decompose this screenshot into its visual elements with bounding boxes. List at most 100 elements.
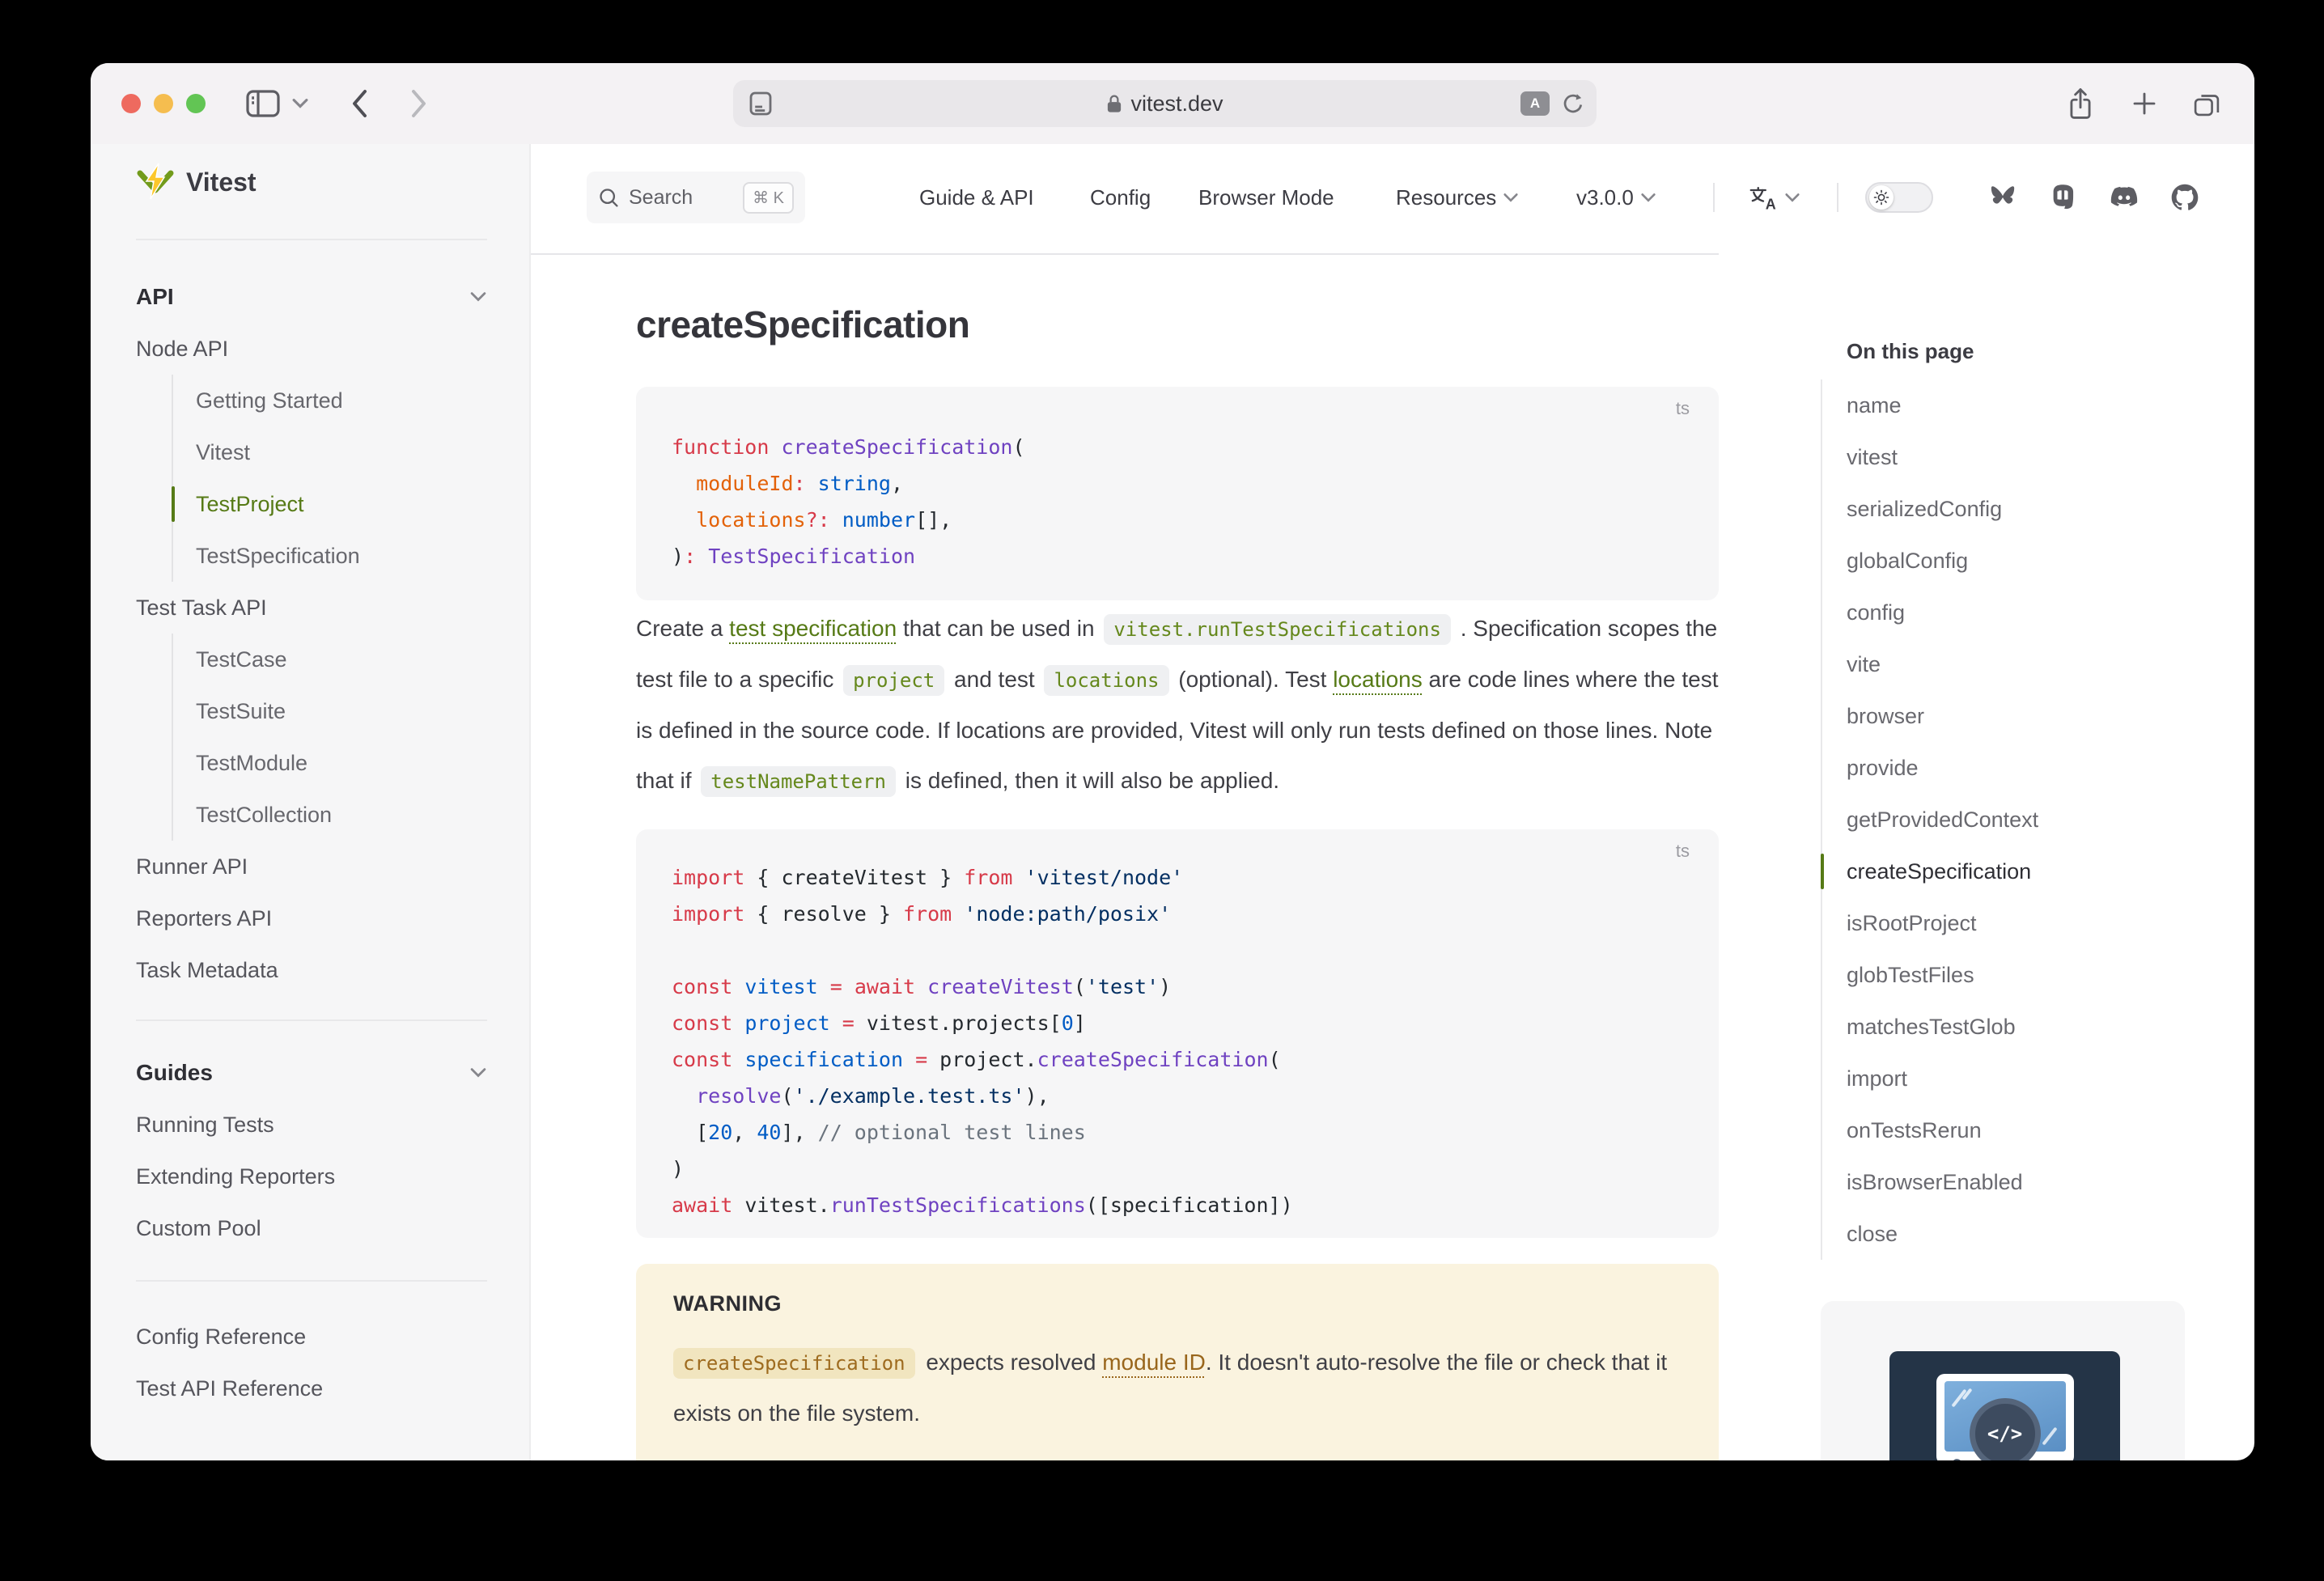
outline-item-matchestestglob[interactable]: matchesTestGlob bbox=[1847, 1001, 2186, 1053]
sidebar-item-running-tests[interactable]: Running Tests bbox=[136, 1099, 487, 1151]
code-line: await vitest.runTestSpecifications([spec… bbox=[672, 1187, 1683, 1223]
share-icon[interactable] bbox=[2065, 63, 2096, 144]
text-run: ] bbox=[1074, 1011, 1086, 1035]
description-paragraph: Create a test specification that can be … bbox=[636, 604, 1720, 807]
translate-icon[interactable]: A bbox=[1520, 91, 1550, 116]
text-run: const bbox=[672, 1011, 732, 1035]
sidebar-item-testsuite[interactable]: TestSuite bbox=[173, 685, 487, 737]
sidebar-section-api[interactable]: API bbox=[136, 271, 487, 323]
code-line: ) bbox=[672, 1151, 1683, 1187]
text-run: from bbox=[964, 866, 1012, 889]
text-run: ( bbox=[781, 1084, 793, 1108]
nav-menu-version[interactable]: v3.0.0 bbox=[1576, 144, 1656, 251]
new-tab-icon[interactable] bbox=[2130, 63, 2159, 144]
tab-overview-icon[interactable] bbox=[2191, 63, 2222, 144]
sidebar-item-extending-reporters[interactable]: Extending Reporters bbox=[136, 1151, 487, 1202]
sponsor-card[interactable]: </> bbox=[1821, 1301, 2185, 1460]
sidebar-item-node-api[interactable]: Node API bbox=[136, 323, 487, 375]
text-run: ) bbox=[672, 1157, 684, 1180]
outline-item-isrootproject[interactable]: isRootProject bbox=[1847, 897, 2186, 949]
outline-item-config[interactable]: config bbox=[1847, 587, 2186, 638]
inline-link[interactable]: module ID bbox=[1102, 1350, 1206, 1375]
search-shortcut: ⌘ K bbox=[743, 182, 794, 214]
text-run: ) bbox=[1159, 975, 1171, 998]
reload-icon[interactable] bbox=[1561, 91, 1585, 116]
search-icon bbox=[598, 187, 619, 208]
outline-item-serializedconfig[interactable]: serializedConfig bbox=[1847, 483, 2186, 535]
code-block-example[interactable]: ts import { createVitest } from 'vitest/… bbox=[636, 829, 1719, 1238]
nav-link-guide-api[interactable]: Guide & API bbox=[919, 144, 1034, 251]
inline-link[interactable]: locations bbox=[1333, 667, 1423, 692]
outline-item-close[interactable]: close bbox=[1847, 1208, 2186, 1260]
sidebar-item-reporters-api[interactable]: Reporters API bbox=[136, 892, 487, 944]
sidebar-item-task-metadata[interactable]: Task Metadata bbox=[136, 944, 487, 996]
text-run: vitest bbox=[744, 975, 817, 998]
sidebar-item-testcase[interactable]: TestCase bbox=[173, 634, 487, 685]
outline-item-globtestfiles[interactable]: globTestFiles bbox=[1847, 949, 2186, 1001]
address-bar[interactable]: vitest.dev A bbox=[733, 80, 1597, 127]
mastodon-icon[interactable] bbox=[2050, 144, 2077, 251]
outline-item-vite[interactable]: vite bbox=[1847, 638, 2186, 690]
text-run bbox=[1012, 866, 1024, 889]
sidebar-item-config-reference[interactable]: Config Reference bbox=[136, 1311, 487, 1363]
outline-item-provide[interactable]: provide bbox=[1847, 742, 2186, 794]
doc-sidebar: Vitest API Node API Getting StartedVites… bbox=[91, 144, 531, 1460]
inline-link[interactable]: test specification bbox=[729, 616, 897, 641]
zoom-button[interactable] bbox=[186, 94, 206, 113]
outline-item-getprovidedcontext[interactable]: getProvidedContext bbox=[1847, 794, 2186, 846]
outline-item-ontestsrerun[interactable]: onTestsRerun bbox=[1847, 1104, 2186, 1156]
forward-icon[interactable] bbox=[406, 63, 432, 144]
warning-callout: WARNING createSpecification expects reso… bbox=[636, 1264, 1719, 1460]
sidebar-item-vitest[interactable]: Vitest bbox=[173, 426, 487, 478]
text-run bbox=[672, 1084, 696, 1108]
code-block-signature[interactable]: ts function createSpecification( moduleI… bbox=[636, 387, 1719, 600]
code-lang-badge: ts bbox=[1676, 841, 1690, 862]
url-display[interactable]: vitest.dev bbox=[733, 80, 1597, 127]
sidebar-item-custom-pool[interactable]: Custom Pool bbox=[136, 1202, 487, 1254]
sidebar-item-testproject[interactable]: TestProject bbox=[173, 478, 487, 530]
sidebar-item-getting-started[interactable]: Getting Started bbox=[173, 375, 487, 426]
outline-item-createspecification[interactable]: createSpecification bbox=[1847, 846, 2186, 897]
sidebar-item-test-api-reference[interactable]: Test API Reference bbox=[136, 1363, 487, 1414]
search-input[interactable]: Search ⌘ K bbox=[587, 172, 805, 223]
sidebar-item-testmodule[interactable]: TestModule bbox=[173, 737, 487, 789]
toolbar-chevron-down-icon[interactable] bbox=[291, 63, 309, 144]
outline-item-vitest[interactable]: vitest bbox=[1847, 431, 2186, 483]
sidebar-divider bbox=[136, 1019, 487, 1021]
discord-icon[interactable] bbox=[2110, 144, 2138, 251]
sidebar-item-runner-api[interactable]: Runner API bbox=[136, 841, 487, 892]
close-button[interactable] bbox=[121, 94, 141, 113]
code-line: [20, 40], // optional test lines bbox=[672, 1114, 1683, 1151]
minimize-button[interactable] bbox=[154, 94, 173, 113]
sidebar-section-guides[interactable]: Guides bbox=[136, 1047, 487, 1099]
text-run bbox=[915, 975, 927, 998]
url-text: vitest.dev bbox=[1130, 91, 1223, 117]
outline-item-name[interactable]: name bbox=[1847, 379, 2186, 431]
sidebar-item-testcollection[interactable]: TestCollection bbox=[173, 789, 487, 841]
text-run bbox=[952, 902, 964, 926]
outline-item-globalconfig[interactable]: globalConfig bbox=[1847, 535, 2186, 587]
nav-link-browser-mode[interactable]: Browser Mode bbox=[1198, 144, 1334, 251]
desktop: { "browser": { "url": "vitest.dev", "ico… bbox=[0, 0, 2324, 1581]
sidebar-toggle-icon[interactable] bbox=[246, 63, 280, 144]
text-run: function bbox=[672, 435, 769, 459]
bluesky-icon[interactable] bbox=[1989, 144, 2017, 251]
text-run: project. bbox=[927, 1048, 1037, 1071]
nav-menu-resources[interactable]: Resources bbox=[1396, 144, 1519, 251]
github-icon[interactable] bbox=[2171, 144, 2199, 251]
sidebar-item-test-task-api[interactable]: Test Task API bbox=[136, 582, 487, 634]
text-run: vitest. bbox=[732, 1193, 829, 1217]
outline-item-browser[interactable]: browser bbox=[1847, 690, 2186, 742]
nav-language-menu[interactable]: A bbox=[1749, 144, 1800, 251]
theme-toggle[interactable] bbox=[1865, 182, 1933, 213]
back-icon[interactable] bbox=[346, 63, 372, 144]
inline-code: project bbox=[843, 665, 944, 696]
window-controls bbox=[121, 94, 206, 113]
outline-item-import[interactable]: import bbox=[1847, 1053, 2186, 1104]
nav-link-config[interactable]: Config bbox=[1090, 144, 1151, 251]
brand[interactable]: Vitest bbox=[136, 155, 487, 209]
text-run bbox=[903, 1048, 915, 1071]
outline-item-isbrowserenabled[interactable]: isBrowserEnabled bbox=[1847, 1156, 2186, 1208]
sidebar-item-testspecification[interactable]: TestSpecification bbox=[173, 530, 487, 582]
text-run: createSpecification bbox=[1037, 1048, 1269, 1071]
